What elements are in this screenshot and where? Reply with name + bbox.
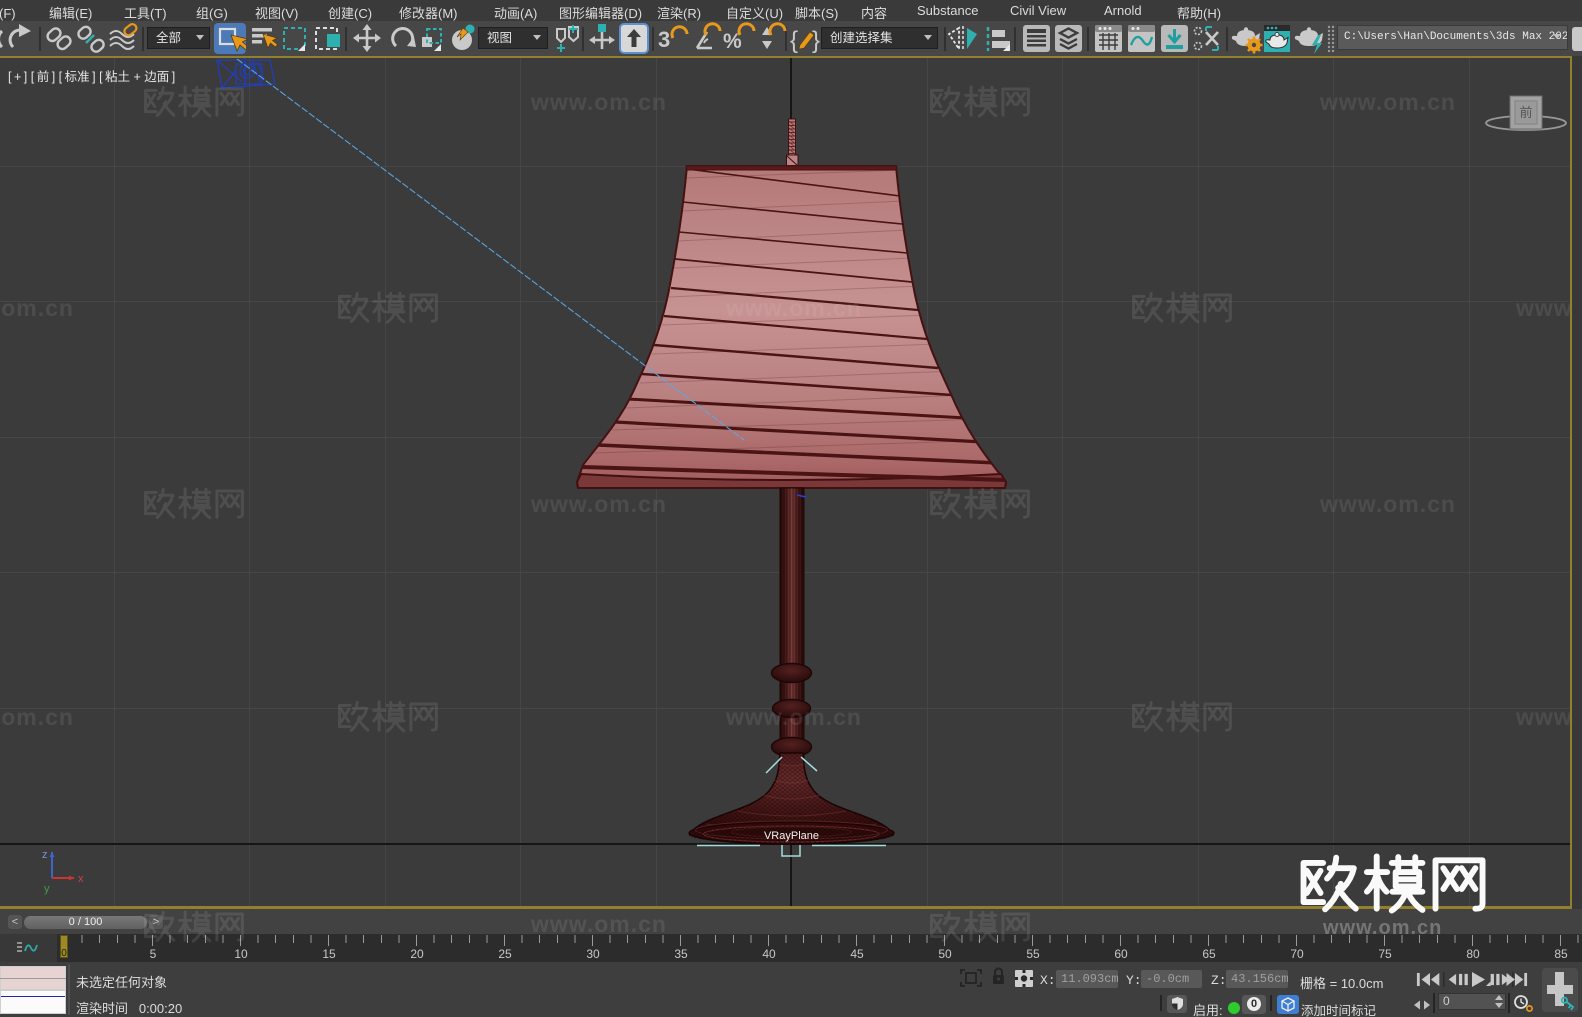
svg-text:3: 3	[658, 27, 670, 52]
svg-text:x: x	[78, 873, 84, 885]
svg-text:VRayPlane: VRayPlane	[764, 830, 819, 842]
svg-text:前: 前	[1519, 105, 1532, 120]
svg-text:z: z	[42, 849, 48, 861]
svg-text:}: }	[812, 27, 820, 54]
svg-text:{: {	[790, 27, 798, 54]
svg-text:y: y	[44, 883, 50, 895]
